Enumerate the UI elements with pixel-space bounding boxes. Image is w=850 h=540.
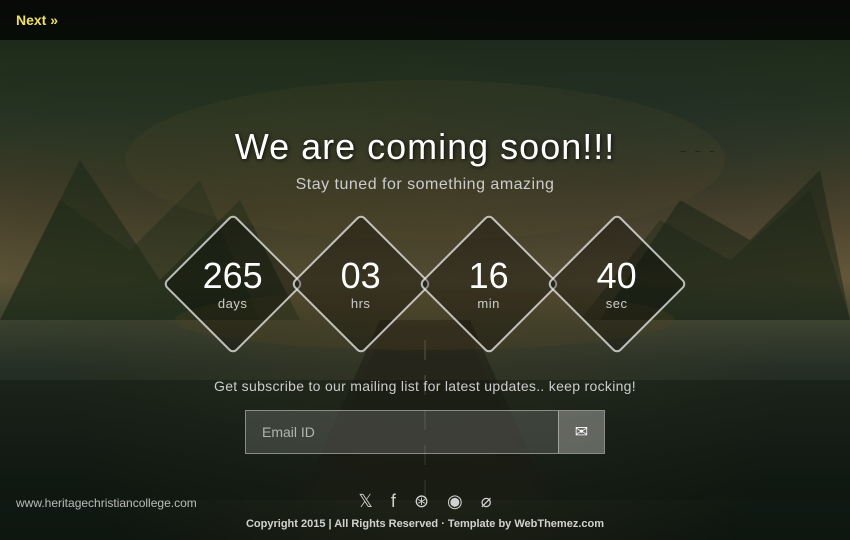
diamond-days: 265 days (162, 213, 303, 354)
min-value: 16 (469, 257, 509, 293)
next-button[interactable]: Next » (16, 12, 58, 28)
sec-value: 40 (597, 257, 637, 293)
days-label: days (218, 295, 247, 310)
diamond-min: 16 min (418, 213, 559, 354)
subtitle: Stay tuned for something amazing (296, 176, 555, 194)
countdown-container: 265 days 03 hrs 16 min (183, 234, 667, 334)
send-icon: ✉ (575, 422, 588, 442)
footer: www.heritagechristiancollege.com 𝕏 f ⊛ ◉… (0, 460, 850, 540)
main-title: We are coming soon!!! (235, 126, 616, 168)
countdown-days: 265 days (183, 234, 283, 334)
hrs-value: 03 (341, 257, 381, 293)
next-label: Next » (16, 12, 58, 28)
email-input[interactable] (246, 411, 558, 453)
countdown-min: 16 min (439, 234, 539, 334)
dribbble-icon[interactable]: ⊛ (414, 491, 429, 512)
flickr-icon[interactable]: ◉ (447, 491, 463, 512)
subscribe-text: Get subscribe to our mailing list for la… (214, 378, 636, 394)
top-bar: Next » (0, 0, 850, 40)
diamond-hrs: 03 hrs (290, 213, 431, 354)
days-value: 265 (203, 257, 263, 293)
github-icon[interactable]: ⌀ (481, 491, 492, 512)
email-form: ✉ (245, 410, 605, 454)
social-icons: 𝕏 f ⊛ ◉ ⌀ (358, 491, 491, 512)
sec-label: sec (606, 295, 628, 310)
copyright-text: Copyright 2015 | All Rights Reserved · T… (246, 518, 604, 530)
facebook-icon[interactable]: f (391, 491, 396, 512)
countdown-sec: 40 sec (567, 234, 667, 334)
min-label: min (478, 295, 500, 310)
countdown-hrs: 03 hrs (311, 234, 411, 334)
hrs-label: hrs (351, 295, 371, 310)
footer-website: www.heritagechristiancollege.com (16, 496, 197, 510)
twitter-icon[interactable]: 𝕏 (358, 491, 373, 512)
diamond-sec: 40 sec (546, 213, 687, 354)
copyright: Copyright 2015 | All Rights Reserved · T… (246, 518, 604, 530)
email-submit-button[interactable]: ✉ (558, 411, 604, 453)
